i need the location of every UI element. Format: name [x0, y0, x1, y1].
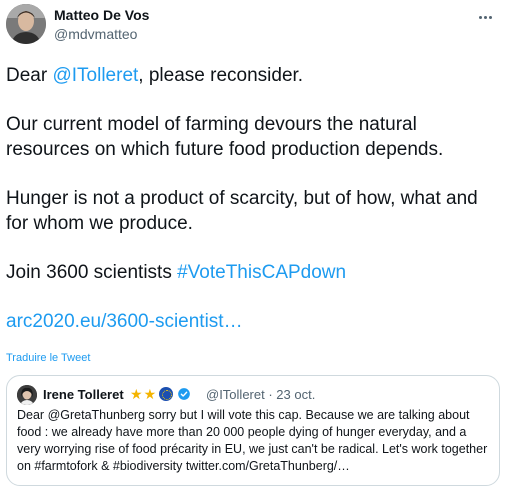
tweet-text-segment: Dear	[6, 65, 53, 86]
translate-tweet-link[interactable]: Traduire le Tweet	[6, 352, 90, 364]
quoted-author-handle[interactable]: @ITolleret	[206, 387, 265, 402]
tweet-paragraph-1: Dear @ITolleret, please reconsider.	[6, 63, 501, 88]
quoted-tweet[interactable]: Irene Tolleret ★ ★ @ITolleret · 23 oct. …	[6, 375, 500, 486]
quoted-author-badges: ★ ★	[130, 386, 191, 402]
tweet-text: Dear @ITolleret, please reconsider. Our …	[6, 63, 501, 334]
tweet: Matteo De Vos @mdvmatteo Dear @ITolleret…	[0, 0, 508, 498]
author-handle[interactable]: @mdvmatteo	[54, 26, 137, 42]
star-icon: ★	[143, 386, 157, 402]
hashtag-link[interactable]: #VoteThisCAPdown	[177, 262, 346, 283]
quoted-text: Dear @GretaThunberg sorry but I will vot…	[17, 408, 488, 473]
tweet-paragraph-2: Our current model of farming devours the…	[6, 114, 444, 160]
author-name[interactable]: Matteo De Vos	[54, 7, 149, 23]
tweet-text-segment: Join 3600 scientists	[6, 262, 178, 283]
author-avatar[interactable]	[6, 4, 46, 44]
quoted-author-avatar[interactable]	[17, 385, 37, 405]
meta-separator: ·	[264, 387, 277, 402]
quoted-date[interactable]: 23 oct.	[276, 387, 315, 402]
tweet-paragraph-4: Join 3600 scientists #VoteThisCAPdown	[6, 260, 501, 285]
external-link[interactable]: arc2020.eu/3600-scientist…	[6, 309, 243, 334]
star-icon: ★	[130, 386, 143, 402]
mention-link[interactable]: @ITolleret	[52, 65, 138, 86]
quoted-meta: @ITolleret · 23 oct.	[206, 387, 315, 402]
eu-flag-icon	[159, 387, 174, 401]
tweet-text-segment: , please reconsider.	[138, 65, 304, 86]
more-options-icon[interactable]	[478, 6, 498, 20]
verified-icon	[178, 388, 190, 400]
tweet-paragraph-3: Hunger is not a product of scarcity, but…	[6, 188, 478, 234]
quoted-author-name[interactable]: Irene Tolleret	[43, 387, 124, 402]
